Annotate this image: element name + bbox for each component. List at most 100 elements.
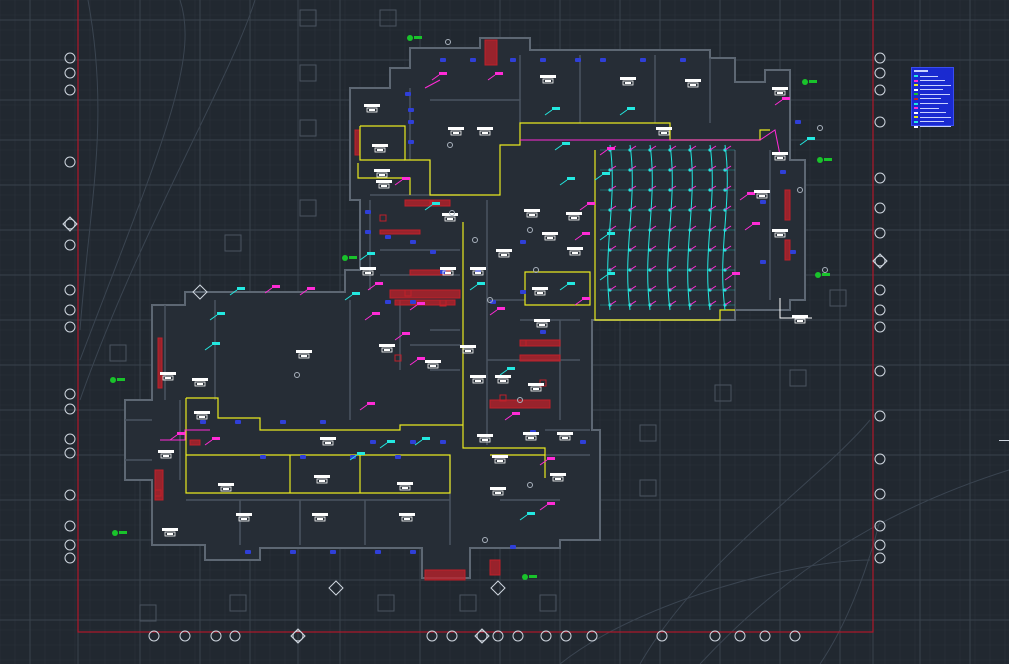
room-label-title	[492, 455, 508, 458]
room-label-text	[690, 84, 696, 86]
drawing-viewport[interactable]	[0, 0, 1009, 664]
axis-bubble-right	[874, 552, 886, 564]
axis-bubble-left	[64, 403, 76, 415]
room-label-title	[162, 528, 178, 531]
green-marker-tag	[414, 36, 422, 39]
axis-bubble-left	[64, 52, 76, 64]
axis-bubble-right	[874, 67, 886, 79]
axis-bubble-diamond	[490, 580, 506, 596]
green-marker-tag	[822, 273, 830, 276]
room-label-text	[384, 349, 390, 351]
tag-box	[547, 457, 555, 460]
tag-box	[807, 137, 815, 140]
column-square	[379, 9, 397, 27]
tag-box	[387, 440, 395, 443]
room-label-text	[465, 350, 471, 352]
legend-row	[914, 115, 951, 119]
blue-fixture	[780, 170, 786, 174]
axis-bubble-left	[64, 447, 76, 459]
green-marker	[342, 255, 348, 261]
room-label-title	[399, 513, 415, 516]
room-label-title	[236, 513, 252, 516]
axis-bubble-left	[64, 284, 76, 296]
tag-box	[272, 285, 280, 288]
tag-leader	[799, 139, 808, 146]
room-label-text	[447, 218, 453, 220]
axis-bubble-right	[874, 52, 886, 64]
room-label-text	[197, 383, 203, 385]
room-label-text	[445, 272, 451, 274]
tag-box	[417, 302, 425, 305]
blue-fixture	[370, 440, 376, 444]
legend-text-line	[920, 75, 938, 77]
blue-fixture	[408, 120, 414, 124]
legend-swatch	[914, 111, 918, 114]
axis-bubble-right	[874, 202, 886, 214]
room-label-text	[317, 518, 323, 520]
room-label-title	[360, 267, 376, 270]
room-label-text	[475, 380, 481, 382]
room-label-title	[528, 383, 544, 386]
room-label-title	[192, 378, 208, 381]
room-label[interactable]	[792, 315, 808, 324]
column-square	[714, 384, 732, 402]
room-label-title	[656, 127, 672, 130]
tag-box	[212, 342, 220, 345]
axis-bubble-right	[874, 172, 886, 184]
blue-fixture	[440, 58, 446, 62]
tag-box	[747, 192, 755, 195]
green-marker-tag	[809, 80, 817, 83]
room-label-text	[545, 80, 551, 82]
axis-bubble-left	[64, 67, 76, 79]
room-label-text	[482, 132, 488, 134]
column-square	[639, 479, 657, 497]
blue-fixture	[790, 250, 796, 254]
column-square	[539, 594, 557, 612]
red-block	[784, 189, 791, 221]
room-label-title	[772, 87, 788, 90]
legend-panel[interactable]	[911, 67, 954, 129]
room-label-title	[477, 434, 493, 437]
legend-text-line	[920, 98, 941, 100]
green-marker	[815, 272, 821, 278]
legend-swatch	[914, 93, 918, 96]
blue-fixture	[405, 92, 411, 96]
legend-row	[914, 92, 951, 96]
room-label-title	[523, 432, 539, 435]
blue-fixture	[680, 58, 686, 62]
room-label-text	[537, 292, 543, 294]
tag-box	[357, 452, 365, 455]
column-square	[377, 594, 395, 612]
room-label-title	[772, 152, 788, 155]
room-label-title	[296, 350, 312, 353]
room-label-title	[425, 360, 441, 363]
axis-bubble-right	[874, 321, 886, 333]
room-label-text	[301, 355, 307, 357]
room-label-text	[377, 149, 383, 151]
floor-plan-drawing[interactable]	[0, 0, 1009, 664]
column-square	[224, 234, 242, 252]
column-square	[829, 289, 847, 307]
room-label-title	[542, 232, 558, 235]
room-label-text	[661, 132, 667, 134]
legend-swatch	[914, 84, 918, 87]
room-label-title	[495, 375, 511, 378]
blue-fixture	[575, 58, 581, 62]
tag-box	[367, 402, 375, 405]
room-label-text	[325, 442, 331, 444]
axis-bubble-left	[64, 156, 76, 168]
legend-row	[914, 125, 951, 129]
room-label-text	[562, 437, 568, 439]
blue-fixture	[410, 550, 416, 554]
tag-box	[417, 357, 425, 360]
legend-row	[914, 111, 951, 115]
room-label-title	[194, 411, 210, 414]
tag-box	[527, 512, 535, 515]
tag-box	[607, 232, 615, 235]
legend-swatch	[914, 116, 918, 119]
room-label-title	[532, 287, 548, 290]
column-square	[789, 369, 807, 387]
legend-swatch	[914, 97, 918, 100]
legend-row	[914, 83, 951, 87]
tag-box	[307, 287, 315, 290]
